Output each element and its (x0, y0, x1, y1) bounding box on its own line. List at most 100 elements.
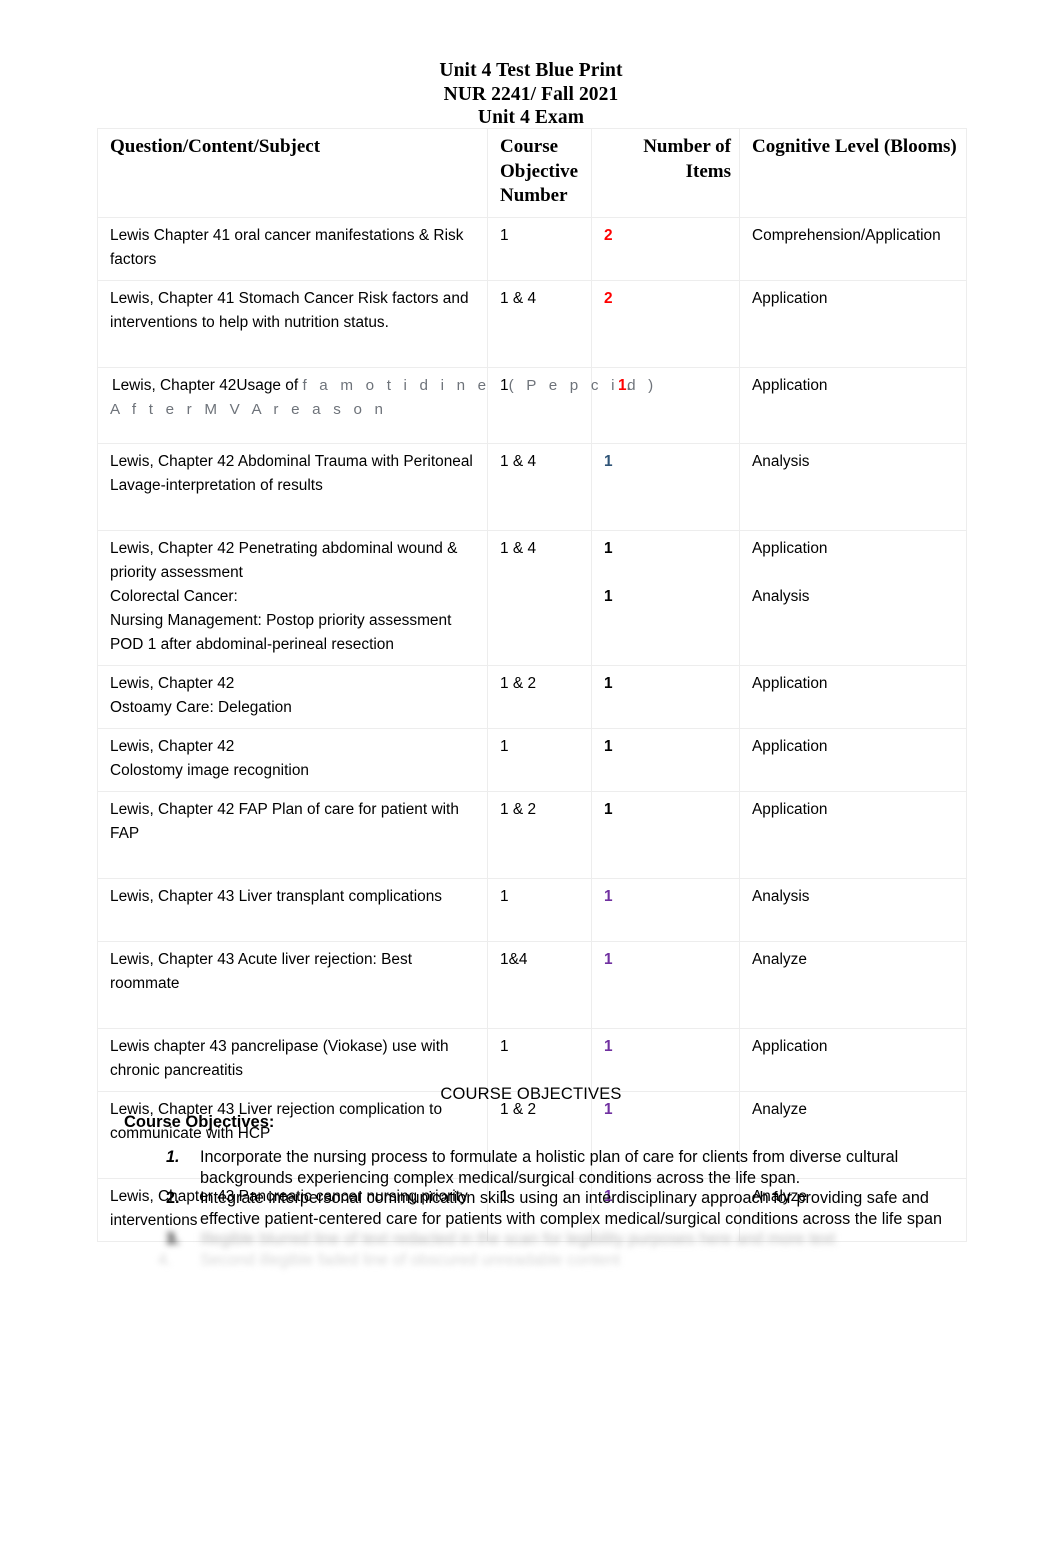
cell-objective: 1 (487, 217, 592, 281)
cell-items: 1 (591, 665, 740, 729)
cell-blooms-text: Application (752, 540, 828, 557)
items-count: 1 (604, 675, 613, 692)
cell-objective: 1 & 4 (487, 443, 592, 531)
cell-subject-extra: Nursing Management: Postop priority asse… (110, 612, 452, 653)
cell-objective: 1 (487, 728, 592, 792)
course-objectives-list: Incorporate the nursing process to formu… (150, 1147, 984, 1270)
title-line-3: Unit 4 Exam (477, 107, 585, 128)
cell-blooms: Application (739, 280, 967, 368)
blueprint-table-container: Question/Content/Subject Course Objectiv… (97, 128, 967, 1242)
title-line-1: Unit 4 Test Blue Print (439, 60, 623, 81)
cell-subject: Lewis, Chapter 43 Liver transplant compl… (97, 878, 488, 942)
cell-subject-faint-drug: f a m o t i d i n e (302, 377, 491, 394)
cell-objective-text: 1 (500, 377, 509, 394)
cell-items: 1 (591, 941, 740, 1029)
table-row: Lewis Chapter 41 oral cancer manifestati… (97, 217, 967, 281)
course-objectives-label: Course Objectives: (124, 1113, 275, 1131)
cell-spacer (604, 561, 731, 585)
cell-subject-text: Lewis, Chapter 43 Acute liver rejection:… (110, 951, 413, 992)
cell-subject-extra: Colorectal Cancer: (110, 588, 238, 605)
cell-objective: 1 & 2 (487, 665, 592, 729)
table-header: Question/Content/Subject Course Objectiv… (97, 128, 967, 218)
cell-subject-faint-note: A f t e r M V A r e a s o n (110, 401, 388, 418)
cell-objective: 1 & 4 (487, 530, 592, 666)
cell-spacer (110, 909, 479, 933)
cell-blooms: Application (739, 665, 967, 729)
cell-subject: Lewis, Chapter 42 Ostoamy Care: Delegati… (97, 665, 488, 729)
blueprint-table: Question/Content/Subject Course Objectiv… (97, 128, 967, 1242)
items-count: 1 (604, 888, 613, 905)
cell-subject: Lewis Chapter 41 oral cancer manifestati… (97, 217, 488, 281)
cell-blooms-secondary: Analysis (752, 588, 810, 605)
cell-spacer (110, 335, 479, 359)
cell-blooms: Application Analysis (739, 530, 967, 666)
document-page: Unit 4 Test Blue Print NUR 2241/ Fall 20… (0, 0, 1062, 1556)
column-header-subject: Question/Content/Subject (97, 128, 488, 218)
cell-subject-text: Lewis, Chapter 43 Liver transplant compl… (110, 888, 443, 905)
table-row: Lewis, Chapter 42 Colostomy image recogn… (97, 728, 967, 792)
cell-spacer (110, 996, 479, 1020)
cell-subject-text: Lewis, Chapter 41 Stomach Cancer Risk fa… (110, 290, 469, 331)
column-header-blooms: Cognitive Level (Blooms) (739, 128, 967, 218)
cell-subject-text: Lewis, Chapter 42 (110, 675, 235, 692)
table-row: Lewis, Chapter 42Usage of f a m o t i d … (97, 367, 967, 444)
column-header-items: Number of Items (591, 128, 740, 218)
items-count-secondary: 1 (604, 588, 613, 605)
cell-items: 2 (591, 280, 740, 368)
table-row: Lewis, Chapter 43 Acute liver rejection:… (97, 941, 967, 1029)
cell-spacer (110, 498, 479, 522)
list-item-text: Second illegible faded line of obscured … (200, 1250, 621, 1269)
cell-items: 1 (591, 728, 740, 792)
cell-objective: 1&4 (487, 941, 592, 1029)
table-row: Lewis, Chapter 42 FAP Plan of care for p… (97, 791, 967, 879)
cell-subject-text: Lewis, Chapter 42Usage of (112, 377, 299, 394)
cell-blooms: Analyze (739, 941, 967, 1029)
table-row: Lewis, Chapter 42 Penetrating abdominal … (97, 530, 967, 666)
cell-items: 2 (591, 217, 740, 281)
cell-subject: Lewis, Chapter 42 Abdominal Trauma with … (97, 443, 488, 531)
list-item-marker: 4. (158, 1250, 172, 1269)
items-count: 1 (604, 738, 613, 755)
cell-subject-extra: Ostoamy Care: Delegation (110, 699, 292, 716)
cell-spacer (110, 846, 479, 870)
cell-subject-extra: Colostomy image recognition (110, 762, 310, 779)
cell-objective-faint-brand: ( P e p c i d ) (508, 377, 658, 394)
cell-blooms: Analysis (739, 443, 967, 531)
cell-blooms: Application (739, 1028, 967, 1092)
course-objectives-heading: COURSE OBJECTIVES (440, 1085, 622, 1103)
cell-subject: Lewis, Chapter 42Usage of f a m o t i d … (97, 367, 488, 444)
cell-subject: Lewis, Chapter 43 Acute liver rejection:… (97, 941, 488, 1029)
cell-spacer (752, 561, 958, 585)
items-count: 1 (604, 801, 613, 818)
cell-subject-text: Lewis, Chapter 42 Abdominal Trauma with … (110, 453, 473, 494)
items-count: 1 (604, 1038, 613, 1055)
cell-objective: 1 (487, 1028, 592, 1092)
cell-items: 1 (591, 878, 740, 942)
items-count: 1 (604, 453, 613, 470)
cell-items: 1 (591, 791, 740, 879)
list-item: Integrate interpersonal communication sk… (184, 1188, 984, 1229)
cell-subject: Lewis chapter 43 pancrelipase (Viokase) … (97, 1028, 488, 1092)
cell-objective: 1 & 4 (487, 280, 592, 368)
table-row: Lewis, Chapter 42 Abdominal Trauma with … (97, 443, 967, 531)
cell-subject: Lewis, Chapter 41 Stomach Cancer Risk fa… (97, 280, 488, 368)
table-header-row: Question/Content/Subject Course Objectiv… (97, 128, 967, 218)
cell-items: 1 1 (591, 530, 740, 666)
cell-objective: 1 (487, 878, 592, 942)
items-count: 2 (604, 290, 613, 307)
document-title-block: Unit 4 Test Blue Print NUR 2241/ Fall 20… (0, 0, 1062, 130)
cell-objective: 1 & 2 (487, 791, 592, 879)
table-row: Lewis, Chapter 43 Liver transplant compl… (97, 878, 967, 942)
items-count: 2 (604, 227, 613, 244)
cell-blooms: Analysis (739, 878, 967, 942)
list-item: Incorporate the nursing process to formu… (184, 1147, 984, 1188)
title-line-2: NUR 2241/ Fall 2021 (443, 83, 619, 105)
cell-subject: Lewis, Chapter 42 Colostomy image recogn… (97, 728, 488, 792)
cell-subject-text: Lewis, Chapter 42 FAP Plan of care for p… (110, 801, 459, 842)
cell-objective: 1( P e p c i d ) (487, 367, 653, 444)
cell-subject-text: Lewis, Chapter 42 (110, 738, 235, 755)
cell-spacer (110, 422, 479, 435)
list-item: Illegible blurred line of text redacted … (184, 1229, 984, 1250)
cell-subject: Lewis, Chapter 42 FAP Plan of care for p… (97, 791, 488, 879)
cell-subject-overflow: Lewis, Chapter 42Usage of f a m o t i d … (112, 374, 812, 398)
